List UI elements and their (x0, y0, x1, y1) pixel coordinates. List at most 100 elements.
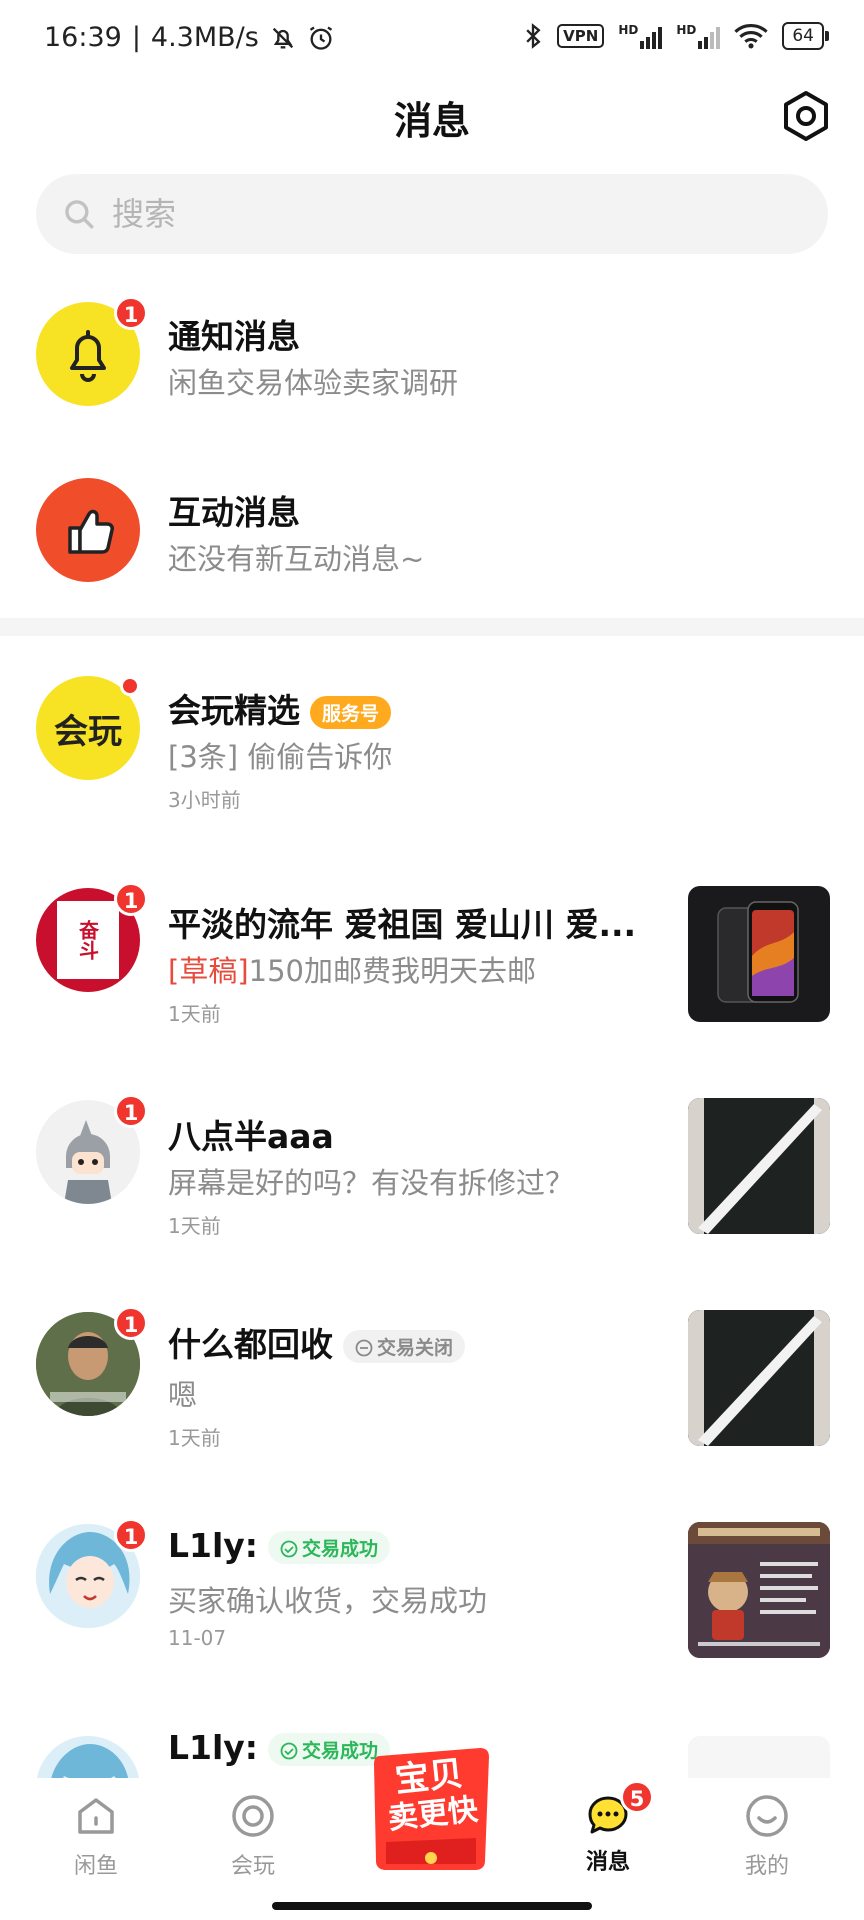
conversation-row[interactable]: 会玩 会玩精选 服务号 [3条] 偷偷告诉你 3小时前 (0, 666, 864, 826)
wifi-icon (734, 24, 769, 49)
tab-label: 我的 (744, 1854, 789, 1879)
trade-closed-tag: 交易关闭 (343, 1330, 466, 1363)
conversation-name: L1ly: 交易成功 (168, 1728, 391, 1767)
conversation-name-text: L1ly: (168, 1526, 259, 1565)
sell-fast-button[interactable]: 宝贝 卖更快 (372, 1746, 490, 1878)
conversation-preview: 嗯 (168, 1378, 198, 1412)
section-divider (0, 618, 864, 636)
conversation-time: 3小时前 (168, 788, 241, 812)
interaction-subtitle: 还没有新互动消息~ (168, 542, 425, 576)
target-icon (232, 1795, 274, 1837)
check-circle-icon (280, 1742, 298, 1760)
check-circle-icon (280, 1540, 298, 1558)
tab-huiwan[interactable]: 会玩 (193, 1792, 313, 1880)
notification-title: 通知消息 (168, 317, 300, 356)
header: 消息 (0, 84, 864, 184)
search-input[interactable] (110, 194, 764, 234)
tag-text: 交易成功 (302, 1740, 379, 1762)
unread-badge: 1 (114, 1094, 148, 1128)
conversation-time: 11-07 (168, 1626, 227, 1650)
product-thumbnail[interactable] (688, 886, 830, 1022)
conversation-time: 1天前 (168, 1426, 221, 1450)
phone-image (717, 901, 799, 1003)
product-thumbnail[interactable] (688, 1736, 830, 1778)
conversation-name: L1ly: 交易成功 (168, 1526, 391, 1565)
settings-icon[interactable] (780, 90, 832, 142)
signal-1-icon: HD (618, 23, 663, 49)
interaction-messages-row[interactable]: 互动消息 还没有新互动消息~ (0, 474, 864, 594)
signal-2-icon: HD (676, 23, 721, 49)
unread-badge: 1 (114, 1306, 148, 1340)
search-icon (65, 200, 94, 229)
service-account-tag: 服务号 (310, 696, 392, 729)
interaction-avatar (36, 478, 140, 582)
unread-badge: 1 (114, 1518, 148, 1552)
trade-success-tag: 交易成功 (268, 1531, 391, 1564)
conversation-time: 1天前 (168, 1214, 221, 1238)
conversation-name: 平淡的流年 爱祖国 爱山川 爱... (168, 905, 637, 944)
network-speed: 4.3MB/s (150, 22, 259, 53)
tab-xianyu[interactable]: 闲鱼 (36, 1792, 156, 1880)
page-title: 消息 (393, 99, 470, 143)
tab-badge: 5 (620, 1780, 654, 1814)
unread-badge: 1 (114, 296, 148, 330)
unread-dot (120, 676, 140, 696)
conversation-preview: [草稿]150加邮费我明天去邮 (168, 948, 536, 990)
conversation-name-text: 什么都回收 (168, 1325, 333, 1364)
conversation-preview: [3条] 偷偷告诉你 (168, 740, 393, 774)
conversation-name-text: 会玩精选 (168, 691, 300, 730)
avatar: 会玩 (36, 676, 140, 780)
conversation-row[interactable]: 奋斗 1 平淡的流年 爱祖国 爱山川 爱... [草稿]150加邮费我明天去邮 … (0, 880, 864, 1040)
event-poster-image (688, 1522, 830, 1658)
search-bar[interactable] (36, 174, 828, 254)
conversation-name: 八点半aaa (168, 1117, 334, 1156)
notification-avatar: 1 (36, 296, 148, 406)
tab-mine[interactable]: 我的 (707, 1792, 827, 1880)
conversation-name-text: L1ly: (168, 1728, 259, 1767)
avatar (36, 1736, 140, 1778)
muted-bell-icon (272, 27, 294, 48)
avatar: 1 (36, 1306, 148, 1416)
tab-label: 消息 (585, 1850, 630, 1875)
status-separator: | (131, 22, 141, 53)
avatar: 1 (36, 1518, 148, 1628)
status-bar: 16:39 | 4.3MB/s VPN HD HD 64 (0, 0, 864, 84)
anime-character-image (36, 1736, 140, 1778)
product-thumbnail[interactable] (688, 1098, 830, 1234)
home-icon (78, 1798, 114, 1834)
conversation-name: 什么都回收 交易关闭 (168, 1318, 466, 1366)
thumbs-up-icon (68, 509, 114, 554)
alarm-icon (309, 26, 332, 50)
conversation-time: 1天前 (168, 1002, 221, 1026)
unread-badge: 1 (114, 882, 148, 916)
product-thumbnail[interactable] (688, 1522, 830, 1658)
conversation-row[interactable]: 1 L1ly: 交易成功 买家确认收货，交易成功 11-07 (0, 1516, 864, 1676)
tag-text: 交易成功 (302, 1538, 379, 1560)
product-thumbnail[interactable] (688, 1310, 830, 1446)
tab-messages[interactable]: 5 消息 (548, 1780, 668, 1876)
tag-text: 交易关闭 (377, 1337, 454, 1359)
notification-subtitle: 闲鱼交易体验卖家调研 (168, 366, 459, 400)
smiley-icon (746, 1795, 788, 1837)
status-time: 16:39 (44, 22, 122, 53)
preview-text: 150加邮费我明天去邮 (248, 954, 536, 988)
conversation-row[interactable]: 1 八点半aaa 屏幕是好的吗？有没有拆修过？ 1天前 (0, 1092, 864, 1252)
interaction-title: 互动消息 (168, 493, 300, 532)
phone-screen-image (688, 1310, 830, 1446)
bluetooth-icon (526, 23, 541, 49)
minus-circle-icon (355, 1339, 373, 1357)
tab-label: 会玩 (230, 1854, 275, 1879)
conversation-preview: 买家确认收货，交易成功 (168, 1584, 488, 1618)
battery-indicator: 64 (782, 22, 829, 50)
conversation-preview: 屏幕是好的吗？有没有拆修过？ (168, 1166, 575, 1200)
notification-messages-row[interactable]: 1 通知消息 闲鱼交易体验卖家调研 (0, 296, 864, 416)
conversation-name: 会玩精选 服务号 (168, 684, 392, 732)
avatar: 1 (36, 1094, 148, 1204)
avatar-text: 会玩 (54, 711, 122, 752)
avatar-text: 奋斗 (75, 920, 100, 960)
phone-screen-image (688, 1098, 830, 1234)
vpn-indicator: VPN (557, 24, 605, 48)
conversation-row[interactable]: 1 什么都回收 交易关闭 嗯 1天前 (0, 1304, 864, 1464)
tab-label: 闲鱼 (73, 1854, 118, 1879)
avatar: 奋斗 1 (36, 882, 148, 992)
